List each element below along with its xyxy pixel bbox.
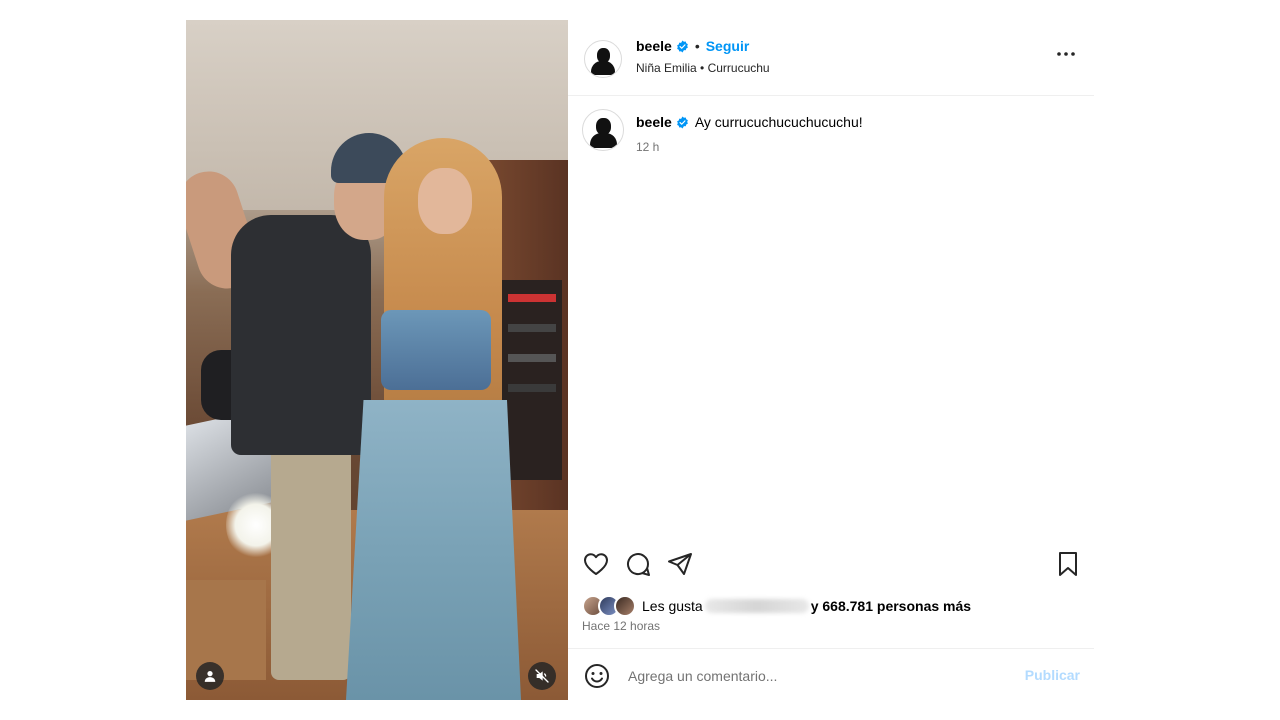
header-user-line: beele • Seguir: [636, 38, 749, 54]
post-header: beele • Seguir Niña Emilia • Currucuchu: [568, 20, 1094, 96]
caption-username[interactable]: beele: [636, 114, 672, 130]
caption-text-line: beele Ay currucuchucuchucuchu!: [636, 114, 863, 130]
likes-count[interactable]: y 668.781 personas más: [811, 598, 971, 614]
likes-prefix: Les gusta: [642, 598, 703, 614]
likes-summary[interactable]: Les gusta y 668.781 personas más: [582, 595, 971, 617]
heart-icon[interactable]: [582, 550, 610, 578]
action-bar: [568, 550, 1094, 580]
more-options-icon[interactable]: [1054, 42, 1078, 66]
separator-dot: •: [694, 38, 700, 54]
comment-input[interactable]: [626, 663, 990, 689]
comment-composer: Publicar: [568, 648, 1094, 701]
blurred-username: [704, 599, 809, 613]
bookmark-icon[interactable]: [1054, 550, 1082, 578]
paper-plane-icon[interactable]: [666, 550, 694, 578]
avatar: [614, 595, 636, 617]
post-side-panel: beele • Seguir Niña Emilia • Currucuchu: [568, 20, 1094, 700]
audio-separator: •: [700, 61, 705, 75]
emoji-smile-icon[interactable]: [584, 663, 610, 689]
verified-badge-icon: [676, 40, 688, 52]
verified-badge-icon: [676, 116, 688, 128]
user-tag-icon[interactable]: [196, 662, 224, 690]
audio-info[interactable]: Niña Emilia • Currucuchu: [636, 61, 770, 75]
post-time-ago[interactable]: Hace 12 horas: [582, 619, 660, 633]
post-video[interactable]: [186, 20, 568, 700]
follow-button[interactable]: Seguir: [706, 38, 750, 54]
comment-bubble-icon[interactable]: [624, 550, 652, 578]
liker-avatars: [582, 595, 636, 617]
avatar[interactable]: [584, 40, 622, 78]
speaker-muted-icon[interactable]: [528, 662, 556, 690]
instagram-post: beele • Seguir Niña Emilia • Currucuchu: [186, 20, 1094, 700]
avatar[interactable]: [582, 109, 624, 151]
audio-title[interactable]: Currucuchu: [708, 61, 770, 75]
caption-message: Ay currucuchucuchucuchu!: [694, 114, 863, 130]
audio-artist[interactable]: Niña Emilia: [636, 61, 697, 75]
publish-button[interactable]: Publicar: [1025, 667, 1080, 683]
caption-timestamp[interactable]: 12 h: [636, 140, 659, 154]
username-link[interactable]: beele: [636, 38, 672, 54]
